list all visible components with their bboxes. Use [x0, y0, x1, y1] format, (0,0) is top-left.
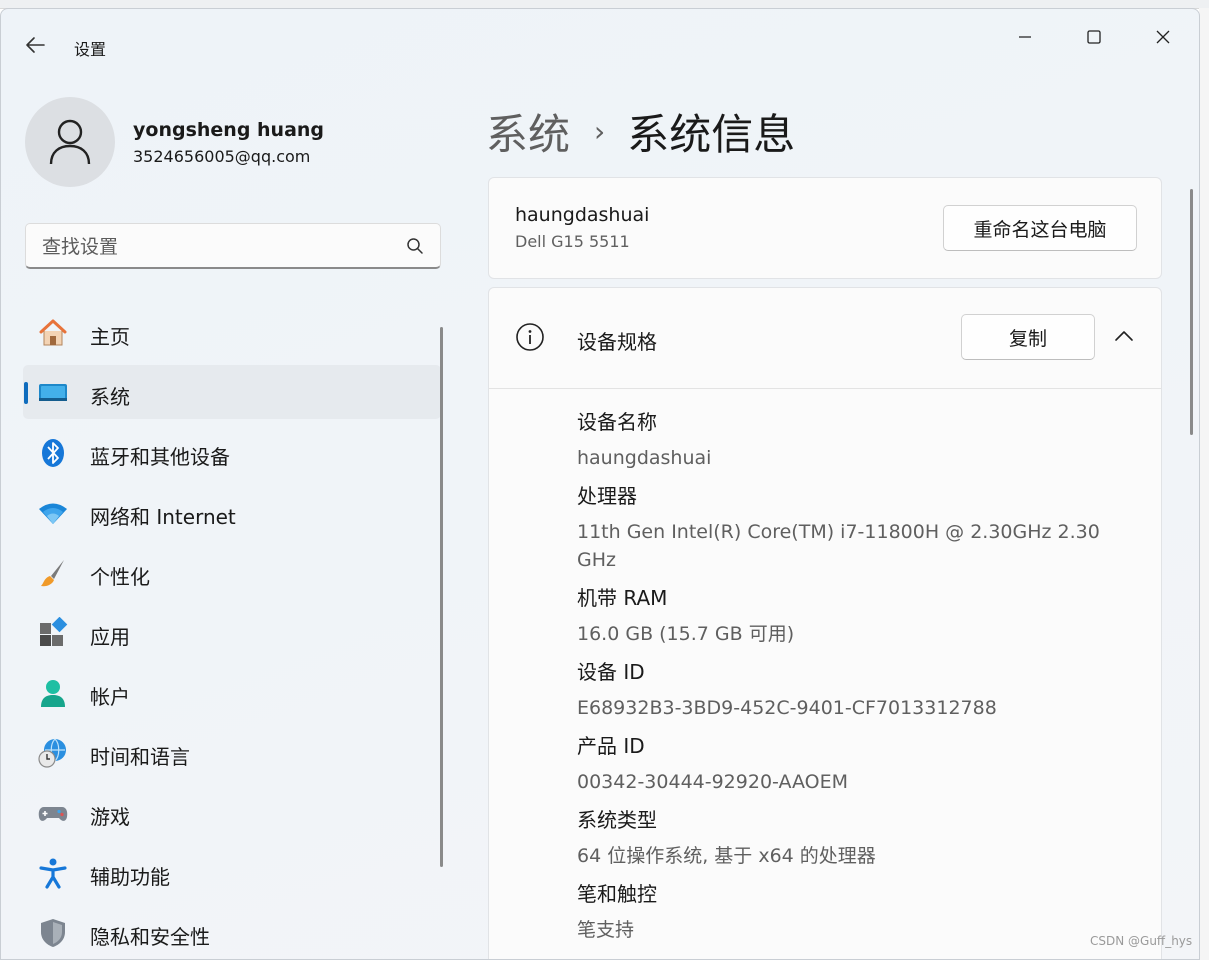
device-specs-list: 设备名称 haungdashuai 处理器 11th Gen Intel(R) … — [577, 404, 1137, 950]
user-name: yongsheng huang — [133, 119, 325, 141]
spec-label: 产品 ID — [577, 734, 645, 758]
sidebar-item-label: 系统 — [90, 385, 130, 409]
shield-icon — [37, 917, 69, 949]
sidebar-nav: 主页 系统 蓝牙和其他设备 网络和 Internet 个性化 应用 帐户 时间和… — [23, 305, 441, 959]
pc-name-card: haungdashuai Dell G15 5511 重命名这台电脑 — [488, 177, 1162, 279]
sidebar-item-apps[interactable]: 应用 — [23, 605, 441, 659]
apps-icon — [37, 617, 69, 649]
copy-button[interactable]: 复制 — [961, 314, 1095, 360]
spec-row-ram: 机带 RAM 16.0 GB (15.7 GB 可用) — [577, 580, 1137, 648]
spec-label: 设备名称 — [577, 410, 657, 434]
watermark: CSDN @Guff_hys — [1090, 934, 1193, 948]
device-specs-header[interactable]: 设备规格 复制 — [489, 288, 1161, 389]
sidebar-item-accounts[interactable]: 帐户 — [23, 665, 441, 719]
accessibility-icon — [37, 857, 69, 889]
sidebar-item-bluetooth[interactable]: 蓝牙和其他设备 — [23, 425, 441, 479]
sidebar-item-label: 主页 — [90, 325, 130, 349]
rename-pc-button[interactable]: 重命名这台电脑 — [943, 205, 1137, 251]
brush-icon — [37, 557, 69, 589]
close-button[interactable] — [1140, 19, 1186, 55]
person-icon — [49, 119, 91, 165]
pc-name: haungdashuai — [515, 204, 650, 226]
info-icon — [516, 323, 544, 351]
sidebar-item-label: 帐户 — [90, 685, 130, 709]
spec-value: haungdashuai — [577, 447, 712, 469]
spec-value: 16.0 GB (15.7 GB 可用) — [577, 623, 795, 645]
system-icon — [37, 377, 69, 409]
sidebar-item-label: 个性化 — [90, 565, 150, 589]
search-icon[interactable] — [406, 237, 424, 255]
sidebar-item-personalization[interactable]: 个性化 — [23, 545, 441, 599]
spec-row-device-id: 设备 ID E68932B3-3BD9-452C-9401-CF70133127… — [577, 654, 1137, 722]
pc-model: Dell G15 5511 — [515, 232, 630, 251]
back-arrow-icon — [26, 37, 45, 53]
device-specs-title: 设备规格 — [577, 330, 657, 354]
active-indicator — [24, 382, 28, 404]
sidebar-item-time-language[interactable]: 时间和语言 — [23, 725, 441, 779]
sidebar-item-label: 网络和 Internet — [90, 505, 236, 529]
sidebar-item-label: 隐私和安全性 — [90, 925, 210, 949]
sidebar-item-label: 辅助功能 — [90, 865, 170, 889]
user-email: 3524656005@qq.com — [133, 147, 311, 166]
sidebar-item-privacy[interactable]: 隐私和安全性 — [23, 905, 441, 959]
spec-value: E68932B3-3BD9-452C-9401-CF7013312788 — [577, 697, 997, 719]
spec-value: 笔支持 — [577, 919, 635, 941]
spec-label: 设备 ID — [577, 660, 645, 684]
spec-value: 00342-30444-92920-AAOEM — [577, 771, 849, 793]
sidebar-item-label: 时间和语言 — [90, 745, 190, 769]
breadcrumb: 系统 › 系统信息 — [486, 101, 795, 162]
spec-row-processor: 处理器 11th Gen Intel(R) Core(TM) i7-11800H… — [577, 478, 1137, 574]
background-window-strip — [1199, 8, 1209, 960]
spec-label: 机带 RAM — [577, 586, 668, 610]
sidebar-scrollbar[interactable] — [440, 327, 443, 867]
spec-row-device-name: 设备名称 haungdashuai — [577, 404, 1137, 472]
globe-clock-icon — [37, 737, 69, 769]
sidebar-item-accessibility[interactable]: 辅助功能 — [23, 845, 441, 899]
app-title: 设置 — [74, 40, 107, 59]
spec-label: 处理器 — [577, 484, 637, 508]
search-box[interactable] — [25, 223, 441, 269]
device-specs-card: 设备规格 复制 设备名称 haungdashuai 处理器 11th Gen I… — [488, 287, 1162, 959]
maximize-icon — [1087, 30, 1101, 44]
bluetooth-icon — [37, 437, 69, 469]
minimize-icon — [1019, 36, 1031, 38]
title-bar: 设置 — [1, 9, 1199, 69]
spec-label: 系统类型 — [577, 808, 657, 832]
maximize-button[interactable] — [1071, 19, 1117, 55]
home-icon — [37, 317, 69, 349]
chevron-up-icon[interactable] — [1113, 328, 1135, 344]
breadcrumb-separator-icon: › — [594, 115, 606, 148]
page-title: 系统信息 — [627, 110, 796, 159]
avatar[interactable] — [25, 97, 115, 187]
close-icon — [1156, 30, 1170, 44]
settings-window: 设置 yongsheng huang 3524656005@qq.com 主页 — [0, 8, 1200, 960]
gamepad-icon — [37, 797, 69, 829]
breadcrumb-parent[interactable]: 系统 — [486, 101, 570, 162]
sidebar-item-gaming[interactable]: 游戏 — [23, 785, 441, 839]
account-icon — [37, 677, 69, 709]
sidebar-item-label: 游戏 — [90, 805, 130, 829]
sidebar-item-label: 应用 — [90, 625, 130, 649]
spec-row-pen-touch: 笔和触控 笔支持 — [577, 876, 1137, 944]
sidebar-item-label: 蓝牙和其他设备 — [90, 445, 230, 469]
sidebar-item-home[interactable]: 主页 — [23, 305, 441, 359]
sidebar-item-network[interactable]: 网络和 Internet — [23, 485, 441, 539]
back-button[interactable] — [21, 33, 49, 57]
sidebar-item-system[interactable]: 系统 — [23, 365, 441, 419]
spec-value: 11th Gen Intel(R) Core(TM) i7-11800H @ 2… — [577, 521, 1100, 571]
spec-row-system-type: 系统类型 64 位操作系统, 基于 x64 的处理器 — [577, 802, 1137, 870]
search-input[interactable] — [40, 233, 394, 261]
minimize-button[interactable] — [1002, 19, 1048, 55]
main-scrollbar[interactable] — [1190, 189, 1193, 435]
wifi-icon — [37, 497, 69, 529]
spec-row-product-id: 产品 ID 00342-30444-92920-AAOEM — [577, 728, 1137, 796]
spec-value: 64 位操作系统, 基于 x64 的处理器 — [577, 845, 876, 867]
spec-label: 笔和触控 — [577, 882, 657, 906]
